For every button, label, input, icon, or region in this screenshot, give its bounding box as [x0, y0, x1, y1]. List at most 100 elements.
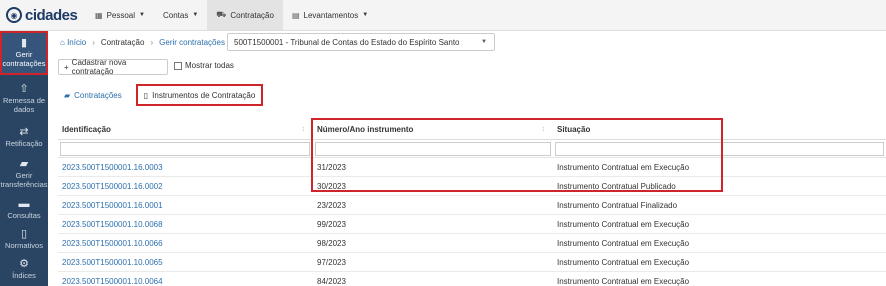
document-icon: ▮ — [20, 36, 28, 49]
row-numero: 31/2023 — [317, 163, 346, 172]
tab-contratacoes-label: Contratações — [74, 90, 122, 100]
tab-contratacoes[interactable]: ▰ Contratações — [60, 86, 126, 104]
sort-icon[interactable]: ↕ — [542, 126, 546, 133]
table-row[interactable]: 2023.500T1500001.10.0064 84/2023 Instrumen… — [58, 272, 886, 286]
row-numero: 97/2023 — [317, 258, 346, 267]
filter-numero-input[interactable] — [315, 142, 551, 156]
show-all-checkbox[interactable]: Mostrar todas — [174, 61, 234, 70]
row-identificacao-link[interactable]: 2023.500T1500001.16.0003 — [58, 158, 313, 177]
row-identificacao-link[interactable]: 2023.500T1500001.10.0065 — [58, 253, 313, 272]
sidebar: ▮ Gerir contratações ⇧ Remessa de dados … — [0, 31, 48, 286]
main-nav: ▦ Pessoal ▼ Contas ▼ ⛟ Contratação ▤ Lev… — [86, 0, 377, 30]
checkbox-box[interactable] — [174, 61, 182, 70]
top-navbar: ◉ cidades ▦ Pessoal ▼ Contas ▼ ⛟ Contrat… — [0, 0, 886, 31]
row-situacao: Instrumento Contratual em Execução — [557, 239, 690, 248]
table-row[interactable]: 2023.500T1500001.10.0065 97/2023 Instrumen… — [58, 253, 886, 272]
sidebar-item-label: Normativos — [5, 241, 43, 250]
sidebar-item-retificacao[interactable]: ⇄ Retificação — [0, 123, 48, 153]
nav-contratacao-label: Contratação — [230, 10, 274, 20]
tab-instrumentos[interactable]: ▯ Instrumentos de Contratação — [135, 84, 264, 106]
column-header-situacao[interactable]: Situação — [553, 118, 886, 140]
breadcrumb-gerir-contratacoes[interactable]: Gerir contratações — [159, 38, 225, 47]
chart-icon: ▤ — [291, 10, 300, 20]
breadcrumb-contratacao: Contratação — [100, 37, 145, 47]
sidebar-item-transferencias[interactable]: ▰ Gerir transferências — [0, 153, 48, 195]
table-row[interactable]: 2023.500T1500001.16.0002 30/2023 Instrumen… — [58, 177, 886, 196]
filter-row — [58, 140, 886, 158]
nav-pessoal-label: Pessoal — [106, 10, 136, 20]
folder-icon: ▰ — [19, 157, 29, 170]
sidebar-item-remessa[interactable]: ⇧ Remessa de dados — [0, 75, 48, 123]
sidebar-item-label: Remessa de dados — [2, 95, 46, 114]
row-situacao: Instrumento Contratual em Execução — [557, 258, 690, 267]
add-contratacao-button[interactable]: + Cadastrar nova contratação — [58, 58, 168, 76]
nav-contas[interactable]: Contas ▼ — [154, 0, 207, 30]
breadcrumb-home[interactable]: ⌂ Início — [60, 38, 86, 47]
row-situacao: Instrumento Contratual em Execução — [557, 220, 690, 229]
column-header-numero[interactable]: Número/Ano instrumento ↕ — [313, 118, 553, 140]
plus-icon: + — [64, 62, 69, 72]
nav-levantamentos[interactable]: ▤ Levantamentos ▼ — [283, 0, 377, 30]
unit-select-value: 500T1500001 - Tribunal de Contas do Esta… — [234, 37, 460, 47]
table-row[interactable]: 2023.500T1500001.16.0001 23/2023 Instrumen… — [58, 196, 886, 215]
sidebar-item-label: Gerir contratações — [2, 49, 46, 68]
tab-instrumentos-label: Instrumentos de Contratação — [152, 90, 256, 100]
sidebar-item-consultas[interactable]: ▬ Consultas — [0, 195, 48, 225]
nav-contratacao[interactable]: ⛟ Contratação — [207, 0, 283, 30]
grid-icon: ▦ — [95, 10, 103, 20]
nav-levantamentos-label: Levantamentos — [303, 10, 359, 20]
table-row[interactable]: 2023.500T1500001.16.0003 31/2023 Instrumen… — [58, 158, 886, 177]
file-icon: ▯ — [20, 228, 28, 240]
caret-down-icon: ▼ — [139, 12, 145, 18]
column-header-label: Identificação — [62, 124, 111, 134]
row-identificacao-link[interactable]: 2023.500T1500001.16.0002 — [58, 177, 313, 196]
table-header: Identificação ↕ Número/Ano instrumento ↕… — [58, 118, 886, 140]
breadcrumb-separator: › — [150, 37, 154, 47]
brand-name: cidades — [25, 6, 78, 24]
table-body: 2023.500T1500001.16.0003 31/2023 Instrumen… — [58, 158, 886, 286]
filter-situacao-input[interactable] — [555, 142, 884, 156]
row-numero: 23/2023 — [317, 201, 346, 210]
sidebar-item-normativos[interactable]: ▯ Normativos — [0, 225, 48, 255]
row-numero: 84/2023 — [317, 277, 346, 286]
row-situacao: Instrumento Contratual Publicado — [557, 182, 676, 191]
chevron-down-icon: ▼ — [481, 39, 487, 45]
table-row[interactable]: 2023.500T1500001.10.0066 98/2023 Instrumen… — [58, 234, 886, 253]
add-contratacao-label: Cadastrar nova contratação — [71, 58, 127, 76]
cart-icon: ⛟ — [216, 10, 227, 19]
row-identificacao-link[interactable]: 2023.500T1500001.10.0064 — [58, 272, 313, 286]
show-all-label: Mostrar todas — [185, 61, 234, 70]
book-icon: ▰ — [64, 90, 71, 100]
sort-icon[interactable]: ↕ — [302, 126, 306, 133]
caret-down-icon: ▼ — [192, 12, 199, 18]
sidebar-item-label: Retificação — [5, 139, 43, 148]
column-header-label: Número/Ano instrumento — [317, 124, 414, 134]
cogs-icon: ⚙ — [19, 258, 29, 270]
sidebar-item-label: Índices — [12, 271, 36, 280]
unit-select[interactable]: 500T1500001 - Tribunal de Contas do Esta… — [227, 33, 495, 51]
filter-identificacao-input[interactable] — [60, 142, 310, 156]
breadcrumb-home-label: Início — [67, 37, 87, 47]
sidebar-item-indices[interactable]: ⚙ Índices — [0, 255, 48, 285]
instrumentos-table: Identificação ↕ Número/Ano instrumento ↕… — [58, 118, 886, 286]
row-identificacao-link[interactable]: 2023.500T1500001.10.0066 — [58, 234, 313, 253]
cidades-logo-icon: ◉ — [6, 7, 22, 23]
row-identificacao-link[interactable]: 2023.500T1500001.10.0068 — [58, 215, 313, 234]
file-icon: ▯ — [143, 90, 149, 100]
row-numero: 98/2023 — [317, 239, 346, 248]
column-header-label: Situação — [557, 124, 591, 134]
caret-down-icon: ▼ — [362, 12, 369, 18]
nav-contas-label: Contas — [162, 10, 189, 20]
home-icon: ⌂ — [60, 37, 65, 47]
sidebar-item-label: Consultas — [7, 211, 41, 220]
table-row[interactable]: 2023.500T1500001.10.0068 99/2023 Instrumen… — [58, 215, 886, 234]
sidebar-item-label: Gerir transferências — [0, 170, 48, 189]
brand[interactable]: ◉ cidades — [0, 0, 80, 30]
nav-pessoal[interactable]: ▦ Pessoal ▼ — [86, 0, 154, 30]
tabs: ▰ Contratações ▯ Instrumentos de Contrat… — [60, 84, 264, 106]
row-numero: 30/2023 — [317, 182, 346, 191]
row-situacao: Instrumento Contratual em Execução — [557, 277, 690, 286]
column-header-identificacao[interactable]: Identificação ↕ — [58, 118, 313, 140]
row-identificacao-link[interactable]: 2023.500T1500001.16.0001 — [58, 196, 313, 215]
sidebar-item-gerir-contratacoes[interactable]: ▮ Gerir contratações — [0, 31, 48, 75]
